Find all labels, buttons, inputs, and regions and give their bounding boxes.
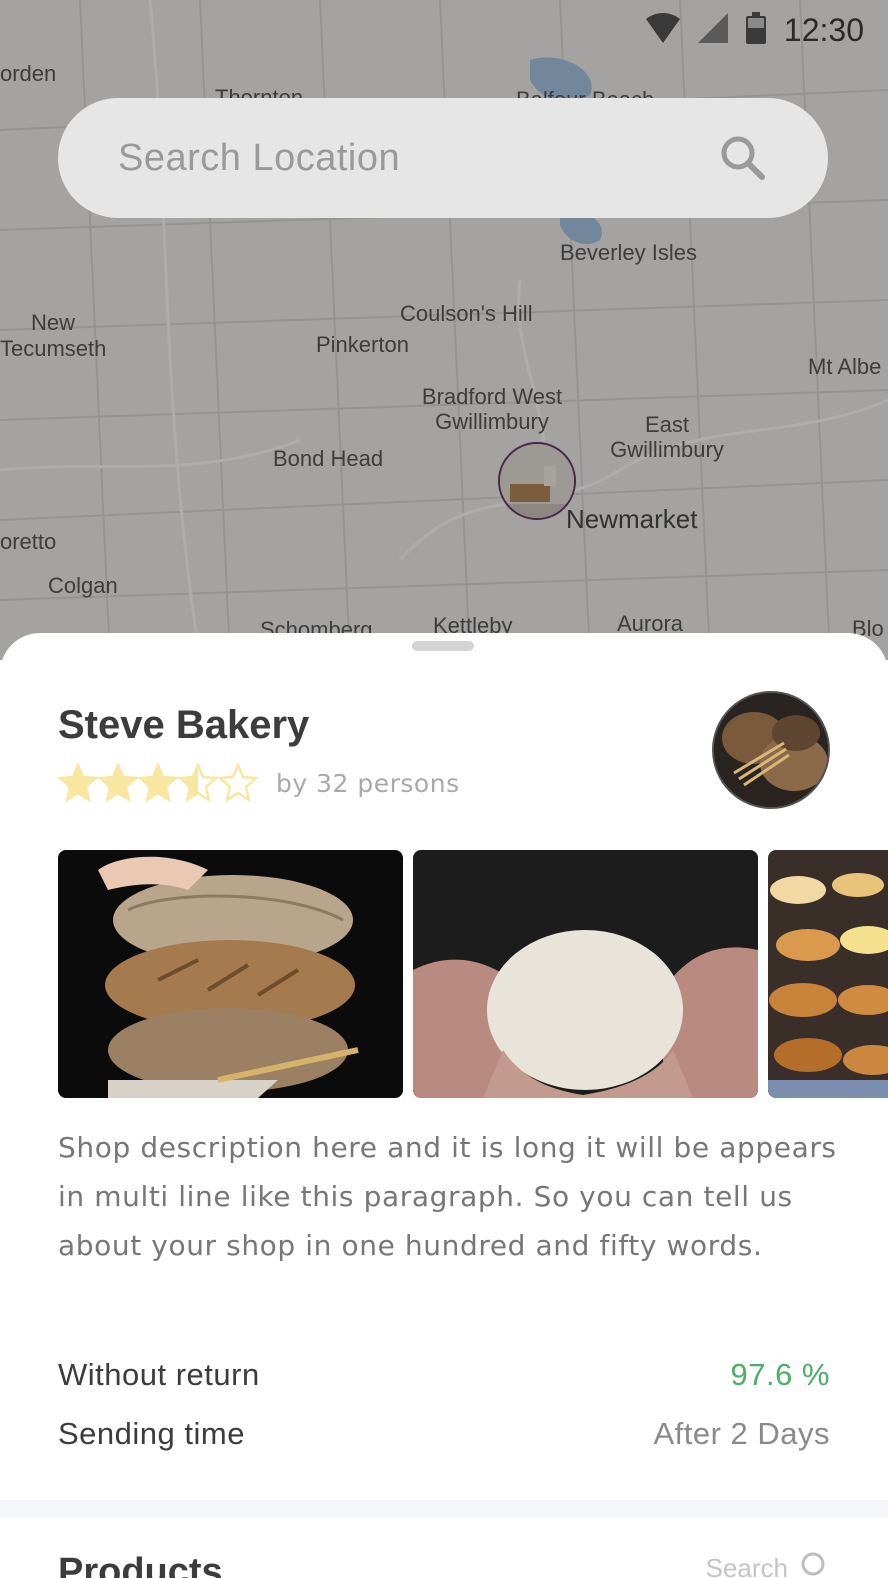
shop-detail-sheet: Steve Bakery by 32 persons Shop descript… — [0, 633, 888, 1578]
star-half-icon — [178, 763, 218, 803]
rating-stars — [58, 763, 258, 803]
sending-time-value: After 2 Days — [653, 1416, 830, 1451]
star-full-icon — [98, 763, 138, 803]
gallery-photo[interactable] — [768, 850, 888, 1098]
star-full-icon — [58, 763, 98, 803]
drag-handle[interactable] — [412, 641, 474, 651]
shop-name: Steve Bakery — [58, 703, 310, 747]
status-bar: 12:30 — [0, 0, 888, 60]
location-search-bar[interactable]: Search Location — [58, 98, 828, 218]
products-search-label: Search — [705, 1553, 788, 1578]
wifi-icon — [645, 12, 680, 48]
products-search[interactable]: Search — [706, 1551, 830, 1578]
shop-avatar — [712, 691, 830, 809]
sending-time-label: Sending time — [58, 1416, 245, 1451]
status-time: 12:30 — [783, 11, 864, 48]
without-return-value: 97.6 % — [730, 1357, 830, 1392]
search-icon[interactable] — [718, 133, 768, 183]
shop-gallery[interactable] — [58, 850, 888, 1098]
without-return-row: Without return 97.6 % — [58, 1357, 830, 1393]
section-divider — [0, 1500, 888, 1518]
without-return-label: Without return — [58, 1357, 260, 1392]
battery-icon — [745, 11, 766, 49]
search-input[interactable]: Search Location — [118, 137, 718, 180]
star-empty-icon — [218, 763, 258, 803]
star-full-icon — [138, 763, 178, 803]
products-title: Products — [58, 1551, 223, 1578]
cellular-signal-icon — [697, 12, 728, 48]
rating-count: by 32 persons — [276, 768, 460, 798]
rating: by 32 persons — [58, 763, 460, 803]
sending-time-row: Sending time After 2 Days — [58, 1416, 830, 1452]
gallery-photo[interactable] — [58, 850, 403, 1098]
shop-description: Shop description here and it is long it … — [58, 1131, 837, 1262]
gallery-photo[interactable] — [413, 850, 758, 1098]
search-icon[interactable] — [800, 1551, 830, 1578]
